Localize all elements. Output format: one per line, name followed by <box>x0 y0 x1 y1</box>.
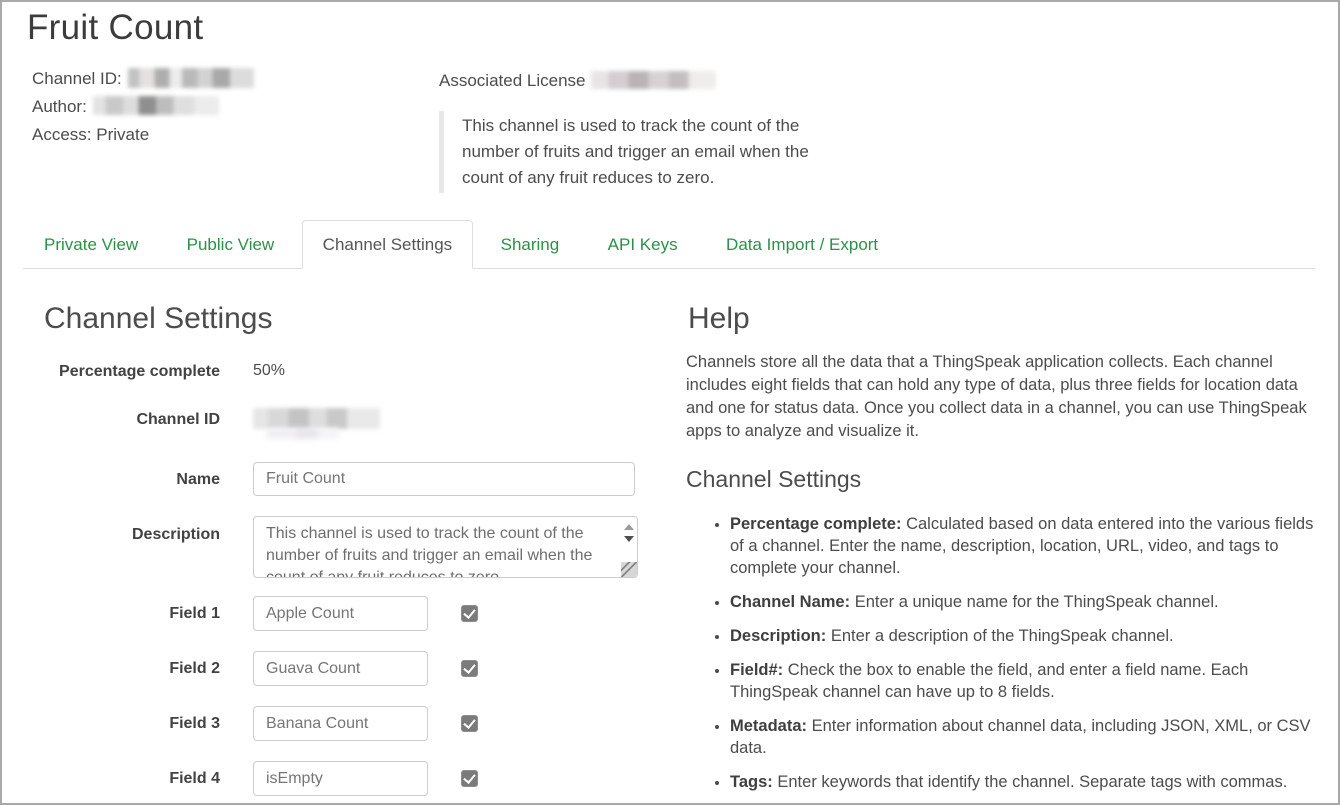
field-4-label: Field 4 <box>42 761 220 789</box>
help-subheading: Channel Settings <box>686 466 1318 493</box>
help-bullet-metadata: Metadata: Enter information about channe… <box>730 715 1318 759</box>
tab-channel-settings[interactable]: Channel Settings <box>302 220 473 269</box>
help-bullet-percentage: Percentage complete: Calculated based on… <box>730 513 1318 579</box>
field-1-checkbox[interactable] <box>461 605 478 622</box>
author-line: Author: <box>32 95 254 123</box>
tab-sharing[interactable]: Sharing <box>480 220 581 269</box>
channel-page: Fruit Count Channel ID: Author: Access: … <box>0 0 1340 805</box>
bullet-term: Metadata: <box>730 717 807 735</box>
scroll-down-icon[interactable] <box>624 536 634 542</box>
description-row: Description This channel is used to trac… <box>42 516 664 578</box>
license-line: Associated License <box>439 69 819 97</box>
channel-description-quote: This channel is used to track the count … <box>439 111 819 193</box>
tab-data-import-export[interactable]: Data Import / Export <box>705 220 899 269</box>
associated-license-label: Associated License <box>439 71 585 90</box>
bullet-term: Description: <box>730 627 826 645</box>
field-2-input[interactable] <box>253 651 428 686</box>
field-3-label: Field 3 <box>42 706 220 734</box>
author-label: Author: <box>32 97 87 116</box>
percentage-complete-label: Percentage complete <box>42 362 220 382</box>
field-1-row: Field 1 <box>42 596 664 631</box>
description-textarea[interactable]: This channel is used to track the count … <box>254 517 617 578</box>
field-3-input[interactable] <box>253 706 428 741</box>
redacted-license-value <box>591 71 716 89</box>
channel-meta: Channel ID: Author: Access: Private <box>32 67 254 151</box>
access-text: Access: Private <box>32 125 149 144</box>
help-bullet-field: Field#: Check the box to enable the fiel… <box>730 659 1318 703</box>
channel-settings-form: Channel Settings Percentage complete 50%… <box>42 292 664 805</box>
name-row: Name <box>42 462 664 496</box>
field-4-checkbox[interactable] <box>461 770 478 787</box>
bullet-term: Channel Name: <box>730 593 850 611</box>
channel-id-field-label: Channel ID <box>42 408 220 430</box>
field-1-input[interactable] <box>253 596 428 631</box>
channel-id-line: Channel ID: <box>32 67 254 95</box>
field-3-row: Field 3 <box>42 706 664 741</box>
field-4-input[interactable] <box>253 761 428 796</box>
help-bullet-list: Percentage complete: Calculated based on… <box>686 513 1318 805</box>
help-intro: Channels store all the data that a Thing… <box>686 351 1318 443</box>
redacted-author-value <box>93 96 219 115</box>
bullet-text: Enter a description of the ThingSpeak ch… <box>831 627 1174 645</box>
license-meta: Associated License This channel is used … <box>439 69 819 193</box>
channel-id-label: Channel ID: <box>32 69 122 88</box>
redacted-channel-id-tail <box>267 428 339 439</box>
percentage-complete-row: Percentage complete 50% <box>42 362 664 382</box>
field-2-checkbox[interactable] <box>461 660 478 677</box>
channel-settings-heading: Channel Settings <box>44 302 664 336</box>
field-4-row: Field 4 <box>42 761 664 796</box>
description-label: Description <box>42 516 220 545</box>
help-bullet-channel-name: Channel Name: Enter a unique name for th… <box>730 591 1318 613</box>
field-1-label: Field 1 <box>42 596 220 624</box>
bullet-term: Percentage complete: <box>730 515 901 533</box>
percentage-complete-value: 50% <box>253 362 285 380</box>
help-bullet-description: Description: Enter a description of the … <box>730 625 1318 647</box>
help-bullet-tags: Tags: Enter keywords that identify the c… <box>730 771 1318 793</box>
access-line: Access: Private <box>32 123 254 151</box>
name-input[interactable] <box>253 462 635 496</box>
bullet-text: Enter a unique name for the ThingSpeak c… <box>855 593 1219 611</box>
tab-public-view[interactable]: Public View <box>166 220 296 269</box>
channel-id-row: Channel ID <box>42 408 664 441</box>
bullet-text: Enter information about channel data, in… <box>730 717 1311 757</box>
tab-private-view[interactable]: Private View <box>23 220 159 269</box>
scroll-up-icon[interactable] <box>624 524 634 530</box>
field-2-label: Field 2 <box>42 651 220 679</box>
bullet-text: Check the box to enable the field, and e… <box>730 661 1248 701</box>
description-textarea-frame: This channel is used to track the count … <box>253 516 638 578</box>
bullet-term: Field#: <box>730 661 783 679</box>
bullet-text: Enter keywords that identify the channel… <box>777 773 1287 791</box>
bullet-term: Tags: <box>730 773 773 791</box>
field-3-checkbox[interactable] <box>461 715 478 732</box>
page-title: Fruit Count <box>27 8 203 48</box>
help-panel: Help Channels store all the data that a … <box>686 292 1318 805</box>
tab-api-keys[interactable]: API Keys <box>587 220 699 269</box>
resize-grip-icon[interactable] <box>621 562 637 577</box>
name-label: Name <box>42 462 220 490</box>
redacted-channel-id-value <box>128 68 254 88</box>
redacted-channel-id-field <box>253 408 380 429</box>
tab-bar: Private View Public View Channel Setting… <box>23 220 1315 269</box>
field-2-row: Field 2 <box>42 651 664 686</box>
help-heading: Help <box>688 302 1318 336</box>
channel-id-field-value <box>253 408 380 441</box>
